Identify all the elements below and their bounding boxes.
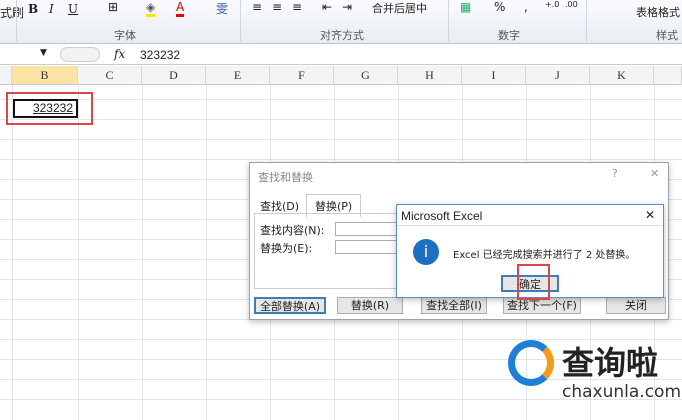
number-format-icon[interactable]: ▦ xyxy=(460,0,471,14)
close-dialog-button[interactable]: 关闭 xyxy=(606,297,666,314)
align-left-icon[interactable]: ≡ xyxy=(252,0,262,14)
merge-center-button[interactable]: 合并后居中 xyxy=(372,0,427,16)
replace-with-label: 替换为(E): xyxy=(260,242,313,255)
underline-button[interactable]: U xyxy=(68,2,78,16)
message-box-title: Microsoft Excel xyxy=(401,209,483,223)
formula-cancel-enter[interactable] xyxy=(60,47,100,62)
close-button[interactable]: ✕ xyxy=(650,167,659,180)
highlight-box xyxy=(6,92,93,125)
dialog-title: 查找和替换 xyxy=(258,171,313,184)
find-all-button[interactable]: 查找全部(I) xyxy=(421,297,487,314)
column-header-I[interactable]: I xyxy=(462,66,526,85)
watermark-logo-icon xyxy=(508,340,554,386)
decimal-decrease-icon[interactable]: .00 xyxy=(565,0,578,9)
group-styles-label: 样式 xyxy=(656,29,678,42)
message-box-close[interactable]: ✕ xyxy=(645,208,655,222)
replace-button[interactable]: 替换(R) xyxy=(337,297,403,314)
column-header-G[interactable]: G xyxy=(334,66,398,85)
bold-button[interactable]: B xyxy=(28,2,38,16)
phonetic-icon[interactable]: 雯 xyxy=(216,0,228,17)
indent-increase-icon[interactable]: ⇥ xyxy=(342,0,352,14)
formula-input[interactable]: 323232 xyxy=(140,48,180,62)
italic-button[interactable]: I xyxy=(49,2,54,16)
find-what-label: 查找内容(N): xyxy=(260,224,325,237)
column-header-H[interactable]: H xyxy=(398,66,462,85)
insert-function-button[interactable]: fx xyxy=(114,47,125,61)
tab-find[interactable]: 查找(D) xyxy=(260,198,299,214)
replace-all-button[interactable]: 全部替换(A) xyxy=(254,297,326,314)
decimal-increase-icon[interactable]: +.0 xyxy=(545,0,559,9)
indent-decrease-icon[interactable]: ⇤ xyxy=(322,0,332,14)
help-button[interactable]: ? xyxy=(612,167,618,180)
align-right-icon[interactable]: ≡ xyxy=(292,0,302,14)
replace-with-input[interactable] xyxy=(335,240,405,254)
comma-button[interactable]: , xyxy=(524,0,528,14)
watermark-url: chaxunla.com xyxy=(562,382,681,402)
fill-color-icon[interactable]: ◈ xyxy=(146,0,156,17)
highlight-box-ok xyxy=(517,264,550,300)
column-header-C[interactable]: C xyxy=(78,66,142,85)
info-icon: i xyxy=(413,239,439,265)
column-header-E[interactable]: E xyxy=(206,66,270,85)
group-font-label: 字体 xyxy=(114,29,136,42)
percent-button[interactable]: % xyxy=(494,0,505,14)
find-what-input[interactable] xyxy=(335,222,405,236)
column-header-B[interactable]: B xyxy=(12,66,78,85)
column-header-F[interactable]: F xyxy=(270,66,334,85)
column-header-D[interactable]: D xyxy=(142,66,206,85)
name-box-dropdown-icon[interactable]: ▼ xyxy=(40,48,47,58)
table-format-button[interactable]: 表格格式 xyxy=(636,4,680,20)
border-icon[interactable]: ⊞ xyxy=(108,0,118,14)
font-color-icon[interactable]: A xyxy=(176,0,185,17)
column-header-K[interactable]: K xyxy=(590,66,654,85)
column-header-J[interactable]: J xyxy=(526,66,590,85)
group-number-label: 数字 xyxy=(498,29,520,42)
format-painter-button[interactable]: 式刷 xyxy=(0,4,24,21)
watermark-brand: 查询啦 xyxy=(562,344,659,382)
formula-bar: ▼ fx 323232 xyxy=(0,45,682,65)
align-center-icon[interactable]: ≡ xyxy=(272,0,282,14)
ribbon: 式刷 B I U ⊞ ◈ A 雯 ≡ ≡ ≡ ⇤ ⇥ 合并后居中 ▦ % , +… xyxy=(0,0,682,44)
group-alignment-label: 对齐方式 xyxy=(320,29,364,42)
message-text: Excel 已经完成搜索并进行了 2 处替换。 xyxy=(453,250,636,261)
